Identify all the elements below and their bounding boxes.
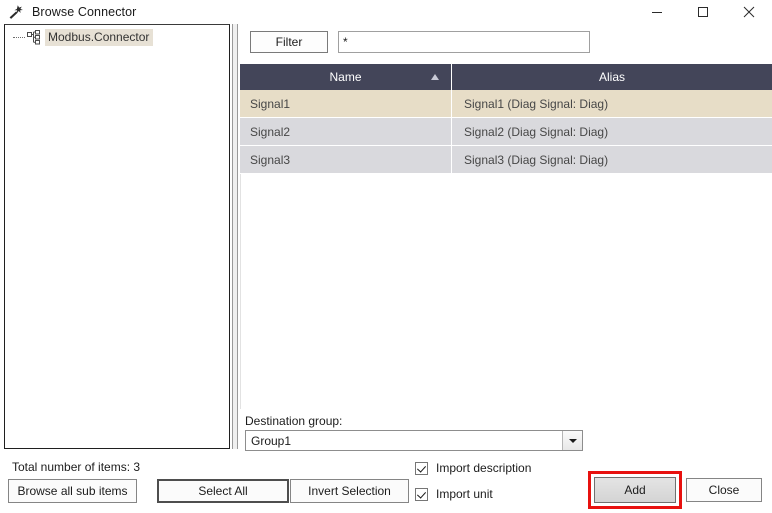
window-title: Browse Connector [32, 5, 137, 19]
connector-plug-icon [8, 4, 24, 20]
tree-item-label: Modbus.Connector [45, 29, 154, 46]
grid-header-row: Name Alias [240, 64, 772, 90]
filter-button[interactable]: Filter [250, 31, 328, 53]
cell-name: Signal3 [240, 146, 452, 173]
select-all-button[interactable]: Select All [157, 479, 289, 503]
destination-group-value: Group1 [251, 433, 292, 448]
connector-tree-panel[interactable]: Modbus.Connector [4, 24, 230, 449]
hierarchy-node-icon [26, 30, 41, 45]
window-controls [634, 0, 772, 24]
cell-name: Signal2 [240, 118, 452, 145]
minimize-icon[interactable] [634, 0, 680, 24]
table-row[interactable]: Signal1 Signal1 (Diag Signal: Diag) [240, 90, 772, 118]
column-header-alias-label: Alias [598, 70, 625, 84]
table-row[interactable]: Signal2 Signal2 (Diag Signal: Diag) [240, 118, 772, 146]
title-bar: Browse Connector [0, 0, 772, 24]
panel-splitter[interactable] [232, 24, 238, 449]
maximize-icon[interactable] [680, 0, 726, 24]
tree-line-icon [12, 30, 26, 46]
browse-all-sub-items-button[interactable]: Browse all sub items [8, 479, 137, 503]
import-description-label: Import description [436, 461, 532, 475]
close-icon[interactable] [726, 0, 772, 24]
signal-browser-pane: Filter Name Alias Signal1 Signal1 (Diag … [240, 24, 772, 451]
grid-empty-area [240, 174, 772, 409]
cell-alias: Signal3 (Diag Signal: Diag) [464, 152, 609, 167]
close-button[interactable]: Close [686, 478, 762, 502]
checkbox-check-icon[interactable] [415, 487, 428, 501]
sort-ascending-icon [431, 74, 439, 80]
filter-input[interactable] [338, 31, 590, 53]
tree-item-modbus-connector[interactable]: Modbus.Connector [12, 29, 154, 46]
chevron-down-icon[interactable] [562, 431, 582, 450]
column-header-name[interactable]: Name [240, 64, 452, 90]
cell-alias: Signal1 (Diag Signal: Diag) [464, 96, 609, 111]
import-unit-label: Import unit [436, 487, 493, 501]
table-row[interactable]: Signal3 Signal3 (Diag Signal: Diag) [240, 146, 772, 174]
column-header-alias[interactable]: Alias [452, 64, 772, 90]
checkbox-check-icon[interactable] [415, 461, 428, 475]
add-button[interactable]: Add [594, 477, 676, 503]
filter-row: Filter [250, 31, 590, 53]
total-items-status: Total number of items: 3 [12, 460, 141, 474]
browse-connector-window: Browse Connector Modbus.Connector Filter… [0, 0, 772, 513]
destination-group-label: Destination group: [245, 414, 343, 428]
invert-selection-button[interactable]: Invert Selection [290, 479, 409, 503]
cell-name: Signal1 [240, 90, 452, 117]
destination-group-select[interactable]: Group1 [245, 430, 583, 451]
column-header-name-label: Name [329, 70, 362, 84]
import-description-checkbox[interactable]: Import description [415, 461, 531, 475]
signal-grid[interactable]: Name Alias Signal1 Signal1 (Diag Signal:… [240, 64, 772, 409]
import-unit-checkbox[interactable]: Import unit [415, 487, 493, 501]
cell-alias: Signal2 (Diag Signal: Diag) [464, 124, 609, 139]
